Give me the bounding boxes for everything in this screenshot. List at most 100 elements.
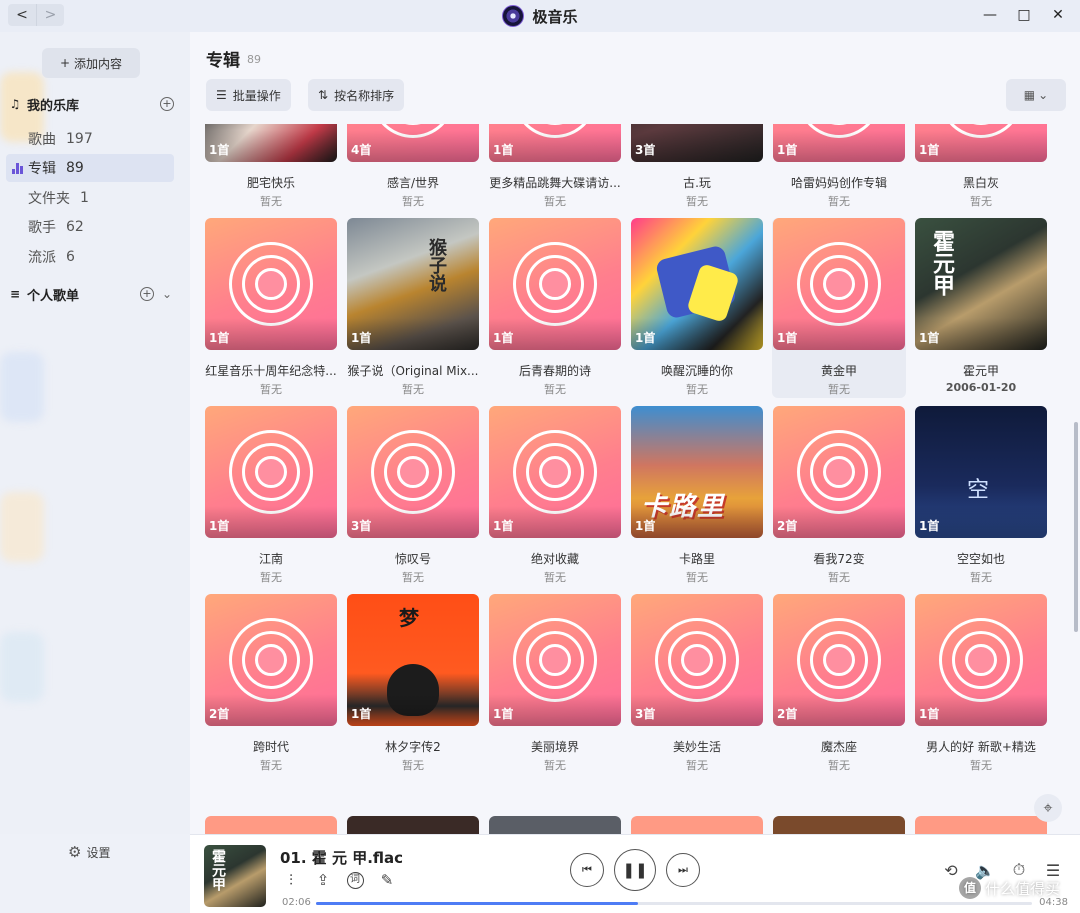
album-title: 跨时代 xyxy=(252,740,289,754)
album-cover[interactable]: 1首 xyxy=(915,124,1047,162)
album-cover[interactable]: 3首 xyxy=(631,124,763,162)
album-subtitle: 暂无 xyxy=(828,383,850,396)
album-card[interactable]: 1首 肥宅快乐 暂无 xyxy=(204,124,338,210)
edit-icon[interactable]: ✎ xyxy=(378,871,396,889)
sort-by-name-button[interactable]: ⇅ 按名称排序 xyxy=(308,79,405,111)
album-cover-partial[interactable] xyxy=(773,816,905,834)
album-cover[interactable]: 1首 xyxy=(205,406,337,538)
chevron-down-icon[interactable]: ⌄ xyxy=(162,287,172,301)
album-subtitle: 暂无 xyxy=(260,195,282,208)
album-cover-partial[interactable] xyxy=(205,816,337,834)
scrollbar[interactable] xyxy=(1074,422,1078,632)
album-card[interactable]: 霍元甲 1首 霍元甲 2006-01-20 xyxy=(914,218,1048,398)
sidebar-item-folders[interactable]: 文件夹 1 xyxy=(6,184,174,212)
album-cover[interactable]: 卡路里1首 xyxy=(631,406,763,538)
album-card[interactable]: 3首 惊叹号 暂无 xyxy=(346,406,480,586)
add-playlist-icon[interactable]: + xyxy=(140,287,154,301)
next-button[interactable]: ⏭ xyxy=(666,853,700,887)
settings-button[interactable]: ⚙ 设置 xyxy=(68,843,110,861)
album-cover[interactable]: 霍元甲 1首 xyxy=(915,218,1047,350)
album-cover[interactable]: 3首 xyxy=(631,594,763,726)
progress-bar[interactable] xyxy=(316,902,1032,905)
album-cover[interactable]: 1首 xyxy=(205,218,337,350)
maximize-button[interactable]: □ xyxy=(1016,5,1032,25)
album-cover[interactable]: 梦 1首 xyxy=(347,594,479,726)
sidebar-item-count: 197 xyxy=(66,131,93,147)
album-card[interactable]: 3首 美妙生活 暂无 xyxy=(630,594,764,774)
album-cover[interactable]: 1首 xyxy=(489,594,621,726)
album-card[interactable]: 2首 跨时代 暂无 xyxy=(204,594,338,774)
album-cover[interactable]: 2首 xyxy=(205,594,337,726)
pause-button[interactable]: ❚❚ xyxy=(614,849,656,891)
locate-current-button[interactable]: ⌖ xyxy=(1034,794,1062,822)
vinyl-disc-icon xyxy=(797,430,881,514)
view-mode-button[interactable]: ▦ ⌄ xyxy=(1006,79,1066,111)
album-card[interactable]: 2首 看我72变 暂无 xyxy=(772,406,906,586)
sidebar-item-albums[interactable]: 专辑 89 xyxy=(6,154,174,182)
album-card[interactable]: 卡路里1首卡路里暂无 xyxy=(630,406,764,586)
album-card[interactable]: 空 1首 空空如也 暂无 xyxy=(914,406,1048,586)
album-cover[interactable]: 2首 xyxy=(773,594,905,726)
album-cover[interactable]: 1首 xyxy=(773,218,905,350)
album-card[interactable]: 猴子说 1首 猴子说（Original Mix... 暂无 xyxy=(346,218,480,398)
album-cover-partial[interactable] xyxy=(347,816,479,834)
lyrics-icon: 词 xyxy=(346,871,364,889)
album-card[interactable]: 1首 黑白灰 暂无 xyxy=(914,124,1048,210)
sidebar-item-genres[interactable]: 流派 6 xyxy=(6,243,174,271)
album-cover[interactable]: 4首 xyxy=(347,124,479,162)
album-subtitle: 暂无 xyxy=(402,759,424,772)
album-card[interactable]: 1首 更多精品跳舞大碟请访... 暂无 xyxy=(488,124,622,210)
album-cover-partial[interactable] xyxy=(915,816,1047,834)
album-cover[interactable]: 1首 xyxy=(489,218,621,350)
album-card[interactable]: 1首 江南 暂无 xyxy=(204,406,338,586)
previous-button[interactable]: ⏮ xyxy=(570,853,604,887)
album-card[interactable]: 4首 感言/世界 暂无 xyxy=(346,124,480,210)
album-card[interactable]: 1首 哈雷妈妈创作专辑 暂无 xyxy=(772,124,906,210)
album-cover[interactable]: 1首 xyxy=(773,124,905,162)
album-card[interactable]: 1首 后青春期的诗 暂无 xyxy=(488,218,622,398)
album-card[interactable]: 1首 唤醒沉睡的你 暂无 xyxy=(630,218,764,398)
sidebar-item-songs[interactable]: 歌曲 197 xyxy=(6,125,174,153)
add-content-button[interactable]: + 添加内容 xyxy=(42,48,140,78)
album-card[interactable]: 1首 美丽境界 暂无 xyxy=(488,594,622,774)
album-cover[interactable]: 1首 xyxy=(915,594,1047,726)
album-cover[interactable]: 1首 xyxy=(489,124,621,162)
sidebar-item-label: 歌手 xyxy=(28,220,56,236)
equalizer-icon[interactable]: ⫶ xyxy=(282,871,300,889)
album-cover-partial[interactable] xyxy=(489,816,621,834)
total-time: 04:38 xyxy=(1039,897,1068,908)
album-cover[interactable]: 2首 xyxy=(773,406,905,538)
playlist-section[interactable]: ≡ 个人歌单 + ⌄ xyxy=(8,283,178,305)
forward-button[interactable]: > xyxy=(36,4,64,26)
share-icon[interactable]: ⇪ xyxy=(314,871,332,889)
album-subtitle: 暂无 xyxy=(970,759,992,772)
batch-operation-button[interactable]: ☰ 批量操作 xyxy=(206,79,291,111)
album-card[interactable]: 1首 男人的好 新歌+精选 暂无 xyxy=(914,594,1048,774)
sort-icon: ⇅ xyxy=(318,88,329,102)
lyrics-button[interactable]: 词 xyxy=(346,871,364,889)
loop-icon[interactable]: ⟲ xyxy=(942,861,960,880)
track-count-badge: 1首 xyxy=(493,331,514,345)
album-cover[interactable]: 猴子说 1首 xyxy=(347,218,479,350)
album-cover-partial[interactable] xyxy=(631,816,763,834)
album-card[interactable]: 梦 1首 林夕字传2 暂无 xyxy=(346,594,480,774)
cover-art-text: 猴子说 xyxy=(426,238,447,292)
sidebar-item-artists[interactable]: 歌手 62 xyxy=(6,213,174,241)
album-cover[interactable]: 空 1首 xyxy=(915,406,1047,538)
album-card[interactable]: 3首 古.玩 暂无 xyxy=(630,124,764,210)
minimize-button[interactable]: — xyxy=(982,5,998,25)
album-card[interactable]: 1首 红星音乐十周年纪念特... 暂无 xyxy=(204,218,338,398)
album-cover[interactable]: 1首 xyxy=(489,406,621,538)
album-cover[interactable]: 1首 xyxy=(205,124,337,162)
library-section[interactable]: ♫ 我的乐库 + xyxy=(8,93,178,115)
cover-art-text: 霍元甲 xyxy=(929,230,954,296)
album-card[interactable]: 1首 绝对收藏 暂无 xyxy=(488,406,622,586)
album-card[interactable]: 2首 魔杰座 暂无 xyxy=(772,594,906,774)
now-playing-cover[interactable]: 霍元甲 xyxy=(204,845,266,907)
add-library-icon[interactable]: + xyxy=(160,97,174,111)
album-card[interactable]: 1首 黄金甲 暂无 xyxy=(772,218,906,398)
album-cover[interactable]: 3首 xyxy=(347,406,479,538)
close-button[interactable]: ✕ xyxy=(1050,5,1066,25)
back-button[interactable]: < xyxy=(8,4,36,26)
album-cover[interactable]: 1首 xyxy=(631,218,763,350)
